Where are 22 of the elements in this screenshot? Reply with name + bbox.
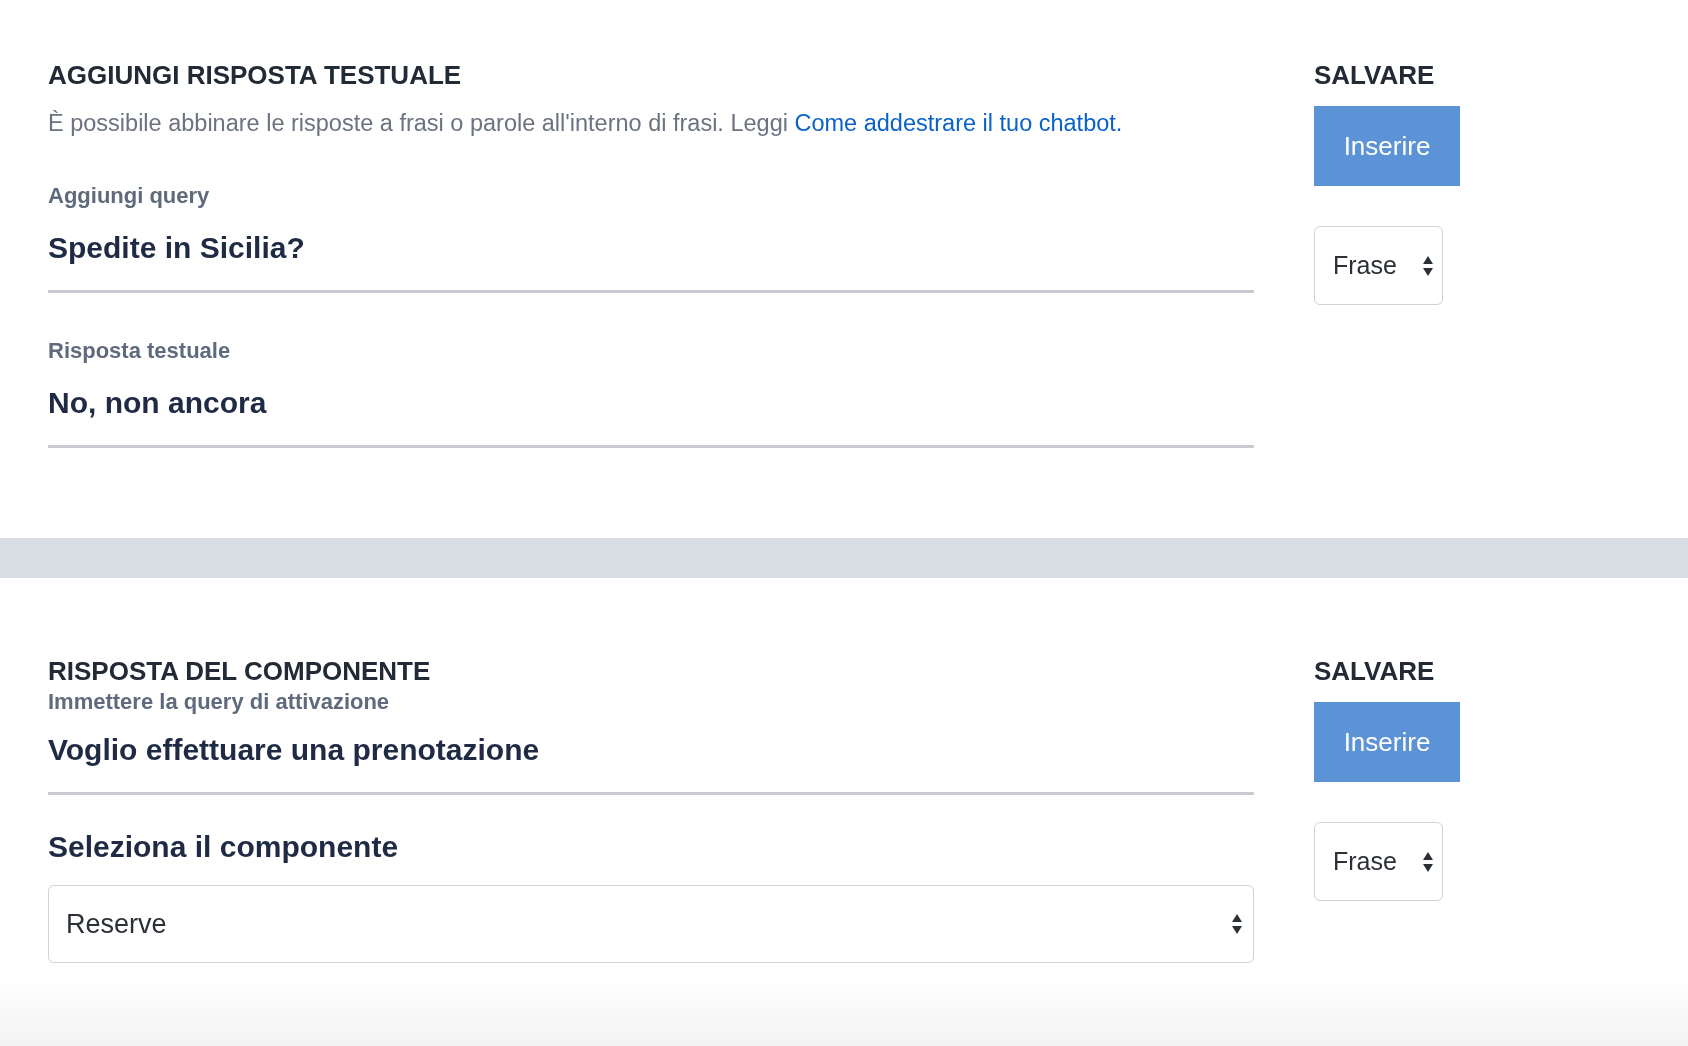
sort-arrows-icon — [1231, 913, 1243, 935]
section-title: AGGIUNGI RISPOSTA TESTUALE — [48, 59, 463, 92]
input-field[interactable]: Aggiungi query Spedite in Sicilia? — [48, 138, 1254, 293]
section-title: RISPOSTA DEL COMPONENTE — [48, 655, 432, 688]
field-label: Aggiungi query — [48, 182, 210, 210]
component-select[interactable]: Reserve — [48, 885, 1254, 963]
input-field[interactable]: Risposta testuale No, non ancora — [48, 293, 1254, 448]
field-value: Spedite in Sicilia? — [48, 230, 305, 266]
section-heading: SALVARE — [1314, 59, 1435, 92]
input-field[interactable]: Voglio effettuare una prenotazione — [48, 716, 1254, 795]
type-select[interactable]: Frase — [1314, 822, 1443, 901]
section-heading: SALVARE — [1314, 655, 1435, 688]
help-link[interactable]: Come addestrare il tuo chatbot. — [794, 110, 1123, 136]
sort-arrows-icon — [1422, 254, 1434, 277]
type-select[interactable]: Frase — [1314, 226, 1443, 305]
field-value: No, non ancora — [48, 385, 267, 421]
sort-arrows-icon — [1422, 850, 1434, 873]
field-value: Voglio effettuare una prenotazione — [48, 732, 540, 768]
select-label: Seleziona il componente — [48, 829, 399, 865]
field-label: Immettere la query di attivazione — [48, 688, 391, 716]
field-label: Risposta testuale — [48, 337, 231, 365]
description-text: È possibile abbinare le risposte a frasi o parole all'interno di frasi. Leggi Come addestrare il tuo chatbot. — [48, 109, 1124, 138]
